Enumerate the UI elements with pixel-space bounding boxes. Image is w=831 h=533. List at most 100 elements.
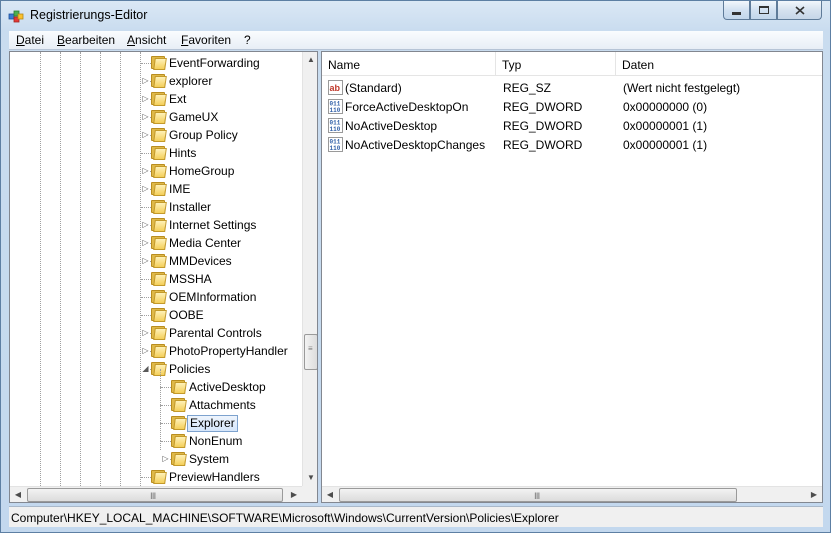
binary-value-icon: 011 110 — [328, 99, 343, 114]
scroll-right-button[interactable]: ▶ — [806, 487, 822, 502]
tree-horizontal-scrollbar[interactable]: ◀ Ⅲ ▶ — [10, 486, 302, 502]
tree-connector — [141, 153, 151, 154]
arrow-right-icon: ▶ — [290, 490, 298, 499]
expand-arrow-icon[interactable]: ▷ — [141, 76, 150, 85]
expand-arrow-icon[interactable]: ▷ — [141, 112, 150, 121]
value-data: (Wert nicht festgelegt) — [623, 81, 741, 95]
tree-item-label: Hints — [169, 146, 197, 160]
tree-item-group-policy[interactable]: ▷ Group Policy — [10, 126, 290, 144]
scroll-down-button[interactable]: ▼ — [303, 470, 317, 486]
scroll-up-button[interactable]: ▲ — [303, 52, 317, 68]
expand-arrow-icon[interactable]: ▷ — [141, 184, 150, 193]
folder-icon — [151, 200, 167, 214]
scroll-left-button[interactable]: ◀ — [10, 487, 26, 502]
tree-item-photopropertyhandler[interactable]: ▷ PhotoPropertyHandler — [10, 342, 290, 360]
folder-icon — [151, 56, 167, 70]
column-header-name[interactable]: Name — [322, 52, 496, 76]
close-button[interactable] — [777, 1, 822, 20]
tree-item-mssha[interactable]: MSSHA — [10, 270, 290, 288]
tree-item-label: ActiveDesktop — [189, 380, 266, 394]
folder-icon — [151, 146, 167, 160]
tree-item-label: PreviewHandlers — [169, 470, 260, 484]
tree-vertical-scroll-thumb[interactable]: ≡ — [304, 334, 317, 370]
menu-edit[interactable]: Bearbeiten — [57, 33, 115, 47]
value-row[interactable]: 011 110 ForceActiveDesktopOn REG_DWORD 0x000… — [322, 97, 822, 116]
tree-item-homegroup[interactable]: ▷ HomeGroup — [10, 162, 290, 180]
column-header-type[interactable]: Typ — [496, 52, 616, 76]
tree-item-label: Policies — [169, 362, 211, 376]
values-list-pane[interactable]: Name Typ Daten ab (Standard) REG_SZ (Wert n… — [321, 51, 823, 503]
value-row[interactable]: 011 110 NoActiveDesktopChanges REG_DWORD 0x0… — [322, 135, 822, 154]
tree-item-gameux[interactable]: ▷ GameUX — [10, 108, 290, 126]
tree-item-ext[interactable]: ▷ Ext — [10, 90, 290, 108]
expand-arrow-icon[interactable]: ▷ — [141, 220, 150, 229]
expand-arrow-icon[interactable]: ▷ — [161, 454, 170, 463]
scroll-right-button[interactable]: ▶ — [286, 487, 302, 502]
menu-help[interactable]: ? — [244, 33, 251, 47]
tree-item-attachments[interactable]: Attachments — [10, 387, 290, 414]
tree-item-nonenum[interactable]: NonEnum — [10, 423, 290, 450]
window-title: Registrierungs-Editor — [30, 8, 148, 22]
tree-guide-line — [160, 387, 161, 405]
collapse-arrow-icon[interactable]: ◢ — [141, 364, 150, 373]
tree-item-ime[interactable]: ▷ IME — [10, 180, 290, 198]
key-tree-pane[interactable]: EventForwarding ▷ explorer ▷ Ext ▷ GameUX ▷ Grou… — [9, 51, 318, 503]
tree-item-label: EventForwarding — [169, 56, 260, 70]
tree-vertical-scrollbar[interactable]: ▲ ≡ ▼ — [302, 52, 317, 486]
expand-arrow-icon[interactable]: ▷ — [141, 130, 150, 139]
value-row[interactable]: 011 110 NoActiveDesktop REG_DWORD 0x00000001… — [322, 116, 822, 135]
tree-item-eventforwarding[interactable]: EventForwarding — [10, 54, 290, 72]
tree-item-oobe[interactable]: OOBE — [10, 306, 290, 324]
tree-item-label: GameUX — [169, 110, 219, 124]
column-header-data[interactable]: Daten — [616, 52, 822, 76]
expand-arrow-icon[interactable]: ▷ — [141, 346, 150, 355]
tree-item-system[interactable]: ▷ System — [10, 441, 290, 468]
tree-item-installer[interactable]: Installer — [10, 198, 290, 216]
value-row[interactable]: ab (Standard) REG_SZ (Wert nicht festgelegt… — [322, 78, 822, 97]
tree-connector — [141, 279, 151, 280]
tree-item-parental-controls[interactable]: ▷ Parental Controls — [10, 324, 290, 342]
folder-icon — [151, 470, 167, 484]
tree-horizontal-scroll-thumb[interactable]: Ⅲ — [27, 488, 283, 502]
arrow-left-icon: ◀ — [326, 490, 334, 499]
value-type: REG_DWORD — [503, 138, 583, 152]
tree-item-previewhandlers[interactable]: PreviewHandlers — [10, 468, 290, 486]
menu-view[interactable]: Ansicht — [127, 33, 166, 47]
tree-item-label: NonEnum — [189, 434, 243, 448]
maximize-icon — [758, 6, 769, 14]
tree-connector — [161, 423, 171, 424]
minimize-button[interactable] — [723, 1, 750, 20]
key-tree: EventForwarding ▷ explorer ▷ Ext ▷ GameUX ▷ Grou… — [10, 52, 302, 486]
title-bar[interactable]: Registrierungs-Editor — [1, 1, 830, 31]
value-data: 0x00000001 (1) — [623, 119, 708, 133]
folder-icon — [151, 182, 167, 196]
tree-item-policies[interactable]: ◢ Policies — [10, 360, 290, 378]
tree-item-hints[interactable]: Hints — [10, 144, 290, 162]
expand-arrow-icon[interactable]: ▷ — [141, 256, 150, 265]
expand-arrow-icon[interactable]: ▷ — [141, 328, 150, 337]
tree-item-explorer[interactable]: Explorer — [10, 405, 290, 432]
expand-arrow-icon[interactable]: ▷ — [141, 166, 150, 175]
menu-file[interactable]: Datei — [16, 33, 44, 47]
expand-arrow-icon[interactable]: ▷ — [141, 94, 150, 103]
tree-item-activedesktop[interactable]: ActiveDesktop — [10, 369, 290, 396]
tree-item-explorer[interactable]: ▷ explorer — [10, 72, 290, 90]
list-horizontal-scrollbar[interactable]: ◀ Ⅲ ▶ — [322, 486, 822, 502]
svg-text:110: 110 — [330, 145, 341, 152]
maximize-button[interactable] — [750, 1, 777, 20]
list-horizontal-scroll-thumb[interactable]: Ⅲ — [339, 488, 737, 502]
folder-icon — [151, 308, 167, 322]
menu-favorites[interactable]: Favoriten — [181, 33, 231, 47]
registry-editor-window: Registrierungs-Editor Datei Bearbeiten A… — [0, 0, 831, 533]
tree-item-mmdevices[interactable]: ▷ MMDevices — [10, 252, 290, 270]
tree-item-label: MMDevices — [169, 254, 232, 268]
tree-item-media-center[interactable]: ▷ Media Center — [10, 234, 290, 252]
expand-arrow-icon[interactable]: ▷ — [141, 238, 150, 247]
tree-item-oeminformation[interactable]: OEMInformation — [10, 288, 290, 306]
status-bar: Computer\HKEY_LOCAL_MACHINE\SOFTWARE\Mic… — [9, 506, 823, 527]
tree-item-internet-settings[interactable]: ▷ Internet Settings — [10, 216, 290, 234]
tree-item-label: System — [189, 452, 230, 466]
scroll-left-button[interactable]: ◀ — [322, 487, 338, 502]
tree-connector — [161, 441, 171, 442]
tree-connector — [141, 207, 151, 208]
